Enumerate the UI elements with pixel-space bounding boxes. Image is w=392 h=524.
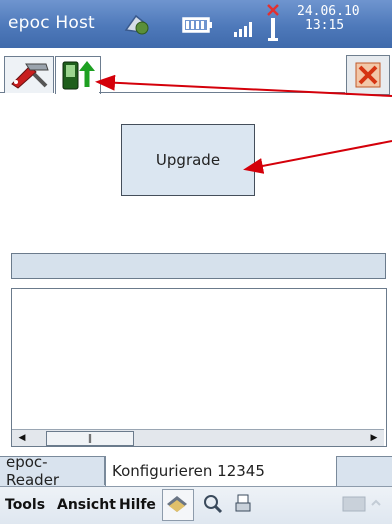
scroll-left-button[interactable]: ◀ — [12, 430, 32, 446]
upgrade-button[interactable]: Upgrade — [121, 124, 255, 196]
app-title: epoc Host — [8, 13, 95, 33]
toolbar-divider — [99, 92, 345, 93]
menu-hilfe[interactable]: Hilfe — [119, 497, 156, 513]
time-text: 13:15 — [305, 18, 345, 33]
menu-ansicht[interactable]: Ansicht — [57, 497, 116, 513]
arrow-to-upgrade-button — [243, 140, 392, 174]
menu-tools[interactable]: Tools — [5, 497, 45, 513]
card-icon[interactable] — [162, 489, 194, 521]
signal-icon[interactable] — [232, 16, 266, 42]
close-icon — [355, 62, 381, 92]
arrow-left-icon: ◀ — [18, 433, 26, 443]
device-upgrade-icon — [60, 59, 96, 95]
grip-icon: ‖ — [87, 433, 93, 444]
tab-epoc-reader[interactable]: epoc-Reader — [0, 453, 105, 489]
scroll-right-button[interactable]: ▶ — [364, 430, 384, 446]
date-text: 24.06.10 — [297, 4, 360, 19]
clock[interactable]: 24.06.10 13:15 — [297, 5, 360, 33]
print-icon[interactable] — [234, 493, 252, 519]
tools-tab[interactable] — [4, 56, 54, 93]
battery-icon[interactable] — [182, 16, 214, 38]
toolbar-divider-left — [0, 92, 4, 93]
log-output[interactable] — [11, 288, 387, 447]
tools-icon — [8, 60, 50, 94]
device-upgrade-tab[interactable] — [55, 56, 101, 94]
arrow-right-icon: ▶ — [370, 433, 378, 443]
horizontal-scrollbar[interactable]: ◀ ‖ ▶ — [12, 429, 384, 446]
scroll-thumb[interactable]: ‖ — [46, 431, 134, 446]
search-icon[interactable] — [202, 493, 224, 519]
menu-bar: Tools Ansicht Hilfe — [0, 486, 392, 524]
progress-field — [11, 253, 386, 279]
tab-bar: epoc-Reader Konfigurieren 12345 — [0, 453, 392, 489]
keyboard-icon[interactable] — [342, 495, 386, 519]
tab-konfigurieren[interactable]: Konfigurieren 12345 — [105, 456, 337, 486]
title-bar: epoc Host 24.06.10 13:15 — [0, 0, 392, 48]
antenna-icon[interactable] — [262, 2, 284, 48]
close-button[interactable] — [346, 55, 390, 95]
sync-icon[interactable] — [122, 10, 152, 42]
